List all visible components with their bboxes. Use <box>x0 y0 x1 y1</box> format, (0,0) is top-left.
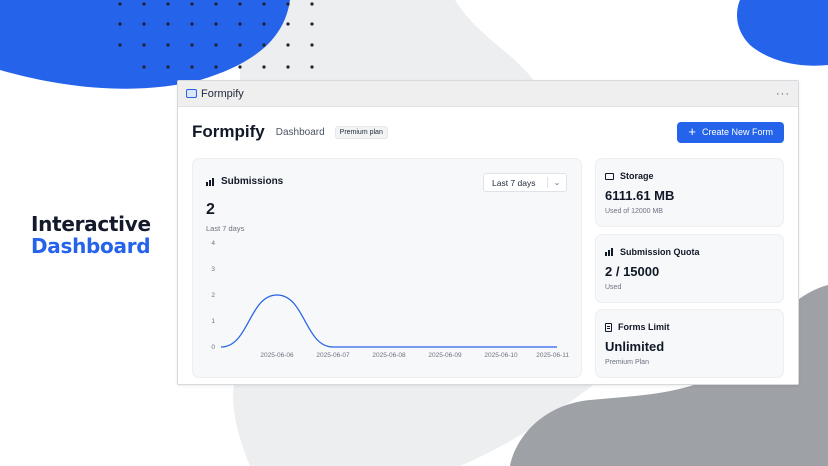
submissions-series-line <box>220 294 557 348</box>
x-tick-label: 2025-06-06 <box>260 352 294 359</box>
y-tick-label: 4 <box>211 240 215 247</box>
decor-dot <box>262 2 266 6</box>
decor-dot <box>166 2 170 6</box>
quota-sub: Used <box>605 284 622 291</box>
submissions-total: 2 <box>206 201 215 218</box>
storage-card: Storage 6111.61 MB Used of 12000 MB <box>595 158 784 227</box>
decor-dot <box>190 43 194 47</box>
submissions-header: Submissions <box>206 176 283 187</box>
decor-dot <box>262 43 266 47</box>
decor-dot <box>118 22 122 26</box>
decor-dot <box>118 43 122 47</box>
decor-dot <box>166 22 170 26</box>
folder-icon <box>605 172 614 180</box>
quota-value: 2 / 15000 <box>605 264 660 279</box>
storage-label: Storage <box>620 171 654 181</box>
y-tick-label: 3 <box>211 266 215 273</box>
forms-limit-header: Forms Limit <box>605 322 670 332</box>
y-tick-label: 2 <box>211 292 215 299</box>
app-window: Formpify ··· Formpify Dashboard Premium … <box>177 80 799 385</box>
x-tick-label: 2025-06-07 <box>316 352 350 359</box>
submissions-line-chart: 0 1 2 3 4 2025-06-06 2025-06-07 2025-06-08 2025-… <box>211 240 569 359</box>
forms-limit-label: Forms Limit <box>618 322 670 332</box>
decor-dot <box>310 22 314 26</box>
decor-dot <box>190 65 194 69</box>
decor-dot <box>238 65 242 69</box>
decor-dot <box>214 43 218 47</box>
storage-value: 6111.61 MB <box>605 188 675 203</box>
create-form-button[interactable]: + Create New Form <box>677 121 784 143</box>
decor-dot <box>142 22 146 26</box>
breadcrumb[interactable]: Dashboard <box>276 127 325 138</box>
quota-header: Submission Quota <box>605 247 700 257</box>
storage-header: Storage <box>605 171 654 181</box>
plan-badge: Premium plan <box>334 125 388 139</box>
decor-dot <box>310 2 314 6</box>
plus-icon: + <box>688 124 696 139</box>
decor-dot <box>238 43 242 47</box>
decor-dot <box>262 65 266 69</box>
decor-dot <box>238 2 242 6</box>
x-tick-label: 2025-06-10 <box>484 352 518 359</box>
app-icon <box>186 89 197 98</box>
more-menu-icon[interactable]: ··· <box>776 88 790 100</box>
decor-dot <box>214 22 218 26</box>
brand-title: Formpify <box>192 122 265 141</box>
y-tick-label: 0 <box>211 344 215 351</box>
decor-dot <box>286 22 290 26</box>
decor-dot <box>310 65 314 69</box>
submissions-card: Submissions Last 7 days ⌄ 2 Last 7 days … <box>192 158 582 378</box>
decor-dot <box>310 43 314 47</box>
decor-dot <box>214 2 218 6</box>
submissions-title: Submissions <box>221 176 284 187</box>
hero-line-2: Dashboard <box>31 234 151 258</box>
hero-title: Interactive Dashboard <box>31 213 151 257</box>
quota-card: Submission Quota 2 / 15000 Used <box>595 234 784 303</box>
window-titlebar: Formpify ··· <box>178 81 798 107</box>
decor-dot <box>142 65 146 69</box>
decor-dot <box>214 65 218 69</box>
window-title: Formpify <box>201 87 244 100</box>
forms-limit-value: Unlimited <box>605 339 665 354</box>
decor-dot <box>262 22 266 26</box>
decor-dot <box>286 65 290 69</box>
page-header: Formpify Dashboard Premium plan + Create… <box>192 121 784 143</box>
bar-chart-icon <box>206 177 215 186</box>
x-tick-label: 2025-06-11 <box>536 352 569 359</box>
decor-dot <box>166 43 170 47</box>
decor-dot <box>166 65 170 69</box>
decor-dot <box>286 2 290 6</box>
y-tick-label: 1 <box>211 318 215 325</box>
hero-line-1: Interactive <box>31 212 151 236</box>
x-tick-label: 2025-06-09 <box>428 352 462 359</box>
forms-limit-sub: Premium Plan <box>605 359 649 366</box>
forms-limit-card: Forms Limit Unlimited Premium Plan <box>595 309 784 378</box>
decor-dot <box>286 43 290 47</box>
submissions-period: Last 7 days <box>206 224 245 233</box>
decor-dot <box>142 43 146 47</box>
bar-chart-icon <box>605 248 614 256</box>
decor-dot <box>238 22 242 26</box>
document-icon <box>605 322 612 332</box>
decor-dot <box>118 2 122 6</box>
decor-dot <box>190 2 194 6</box>
chevron-down-icon: ⌄ <box>553 178 561 187</box>
storage-sub: Used of 12000 MB <box>605 208 663 215</box>
date-range-select[interactable]: Last 7 days ⌄ <box>483 173 567 192</box>
x-tick-label: 2025-06-08 <box>372 352 406 359</box>
decor-dot <box>142 2 146 6</box>
quota-label: Submission Quota <box>620 247 700 257</box>
date-range-value: Last 7 days <box>492 177 536 188</box>
create-form-label: Create New Form <box>701 127 773 137</box>
top-right-blue-blob <box>737 0 828 66</box>
decor-dot <box>190 22 194 26</box>
